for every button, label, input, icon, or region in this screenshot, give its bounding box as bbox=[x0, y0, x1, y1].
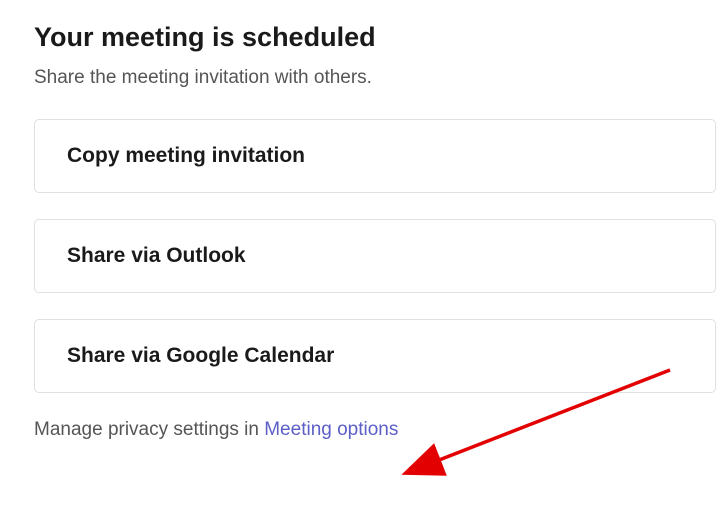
page-subtitle: Share the meeting invitation with others… bbox=[34, 67, 716, 89]
share-outlook-button[interactable]: Share via Outlook bbox=[34, 219, 716, 293]
copy-invitation-label: Copy meeting invitation bbox=[67, 144, 305, 167]
page-title: Your meeting is scheduled bbox=[34, 22, 716, 53]
meeting-options-link[interactable]: Meeting options bbox=[264, 419, 398, 440]
share-google-calendar-button[interactable]: Share via Google Calendar bbox=[34, 319, 716, 393]
share-outlook-label: Share via Outlook bbox=[67, 244, 246, 267]
share-google-calendar-label: Share via Google Calendar bbox=[67, 344, 334, 367]
copy-invitation-button[interactable]: Copy meeting invitation bbox=[34, 119, 716, 193]
footer-text: Manage privacy settings in Meeting optio… bbox=[34, 419, 716, 441]
footer-prefix: Manage privacy settings in bbox=[34, 419, 264, 440]
